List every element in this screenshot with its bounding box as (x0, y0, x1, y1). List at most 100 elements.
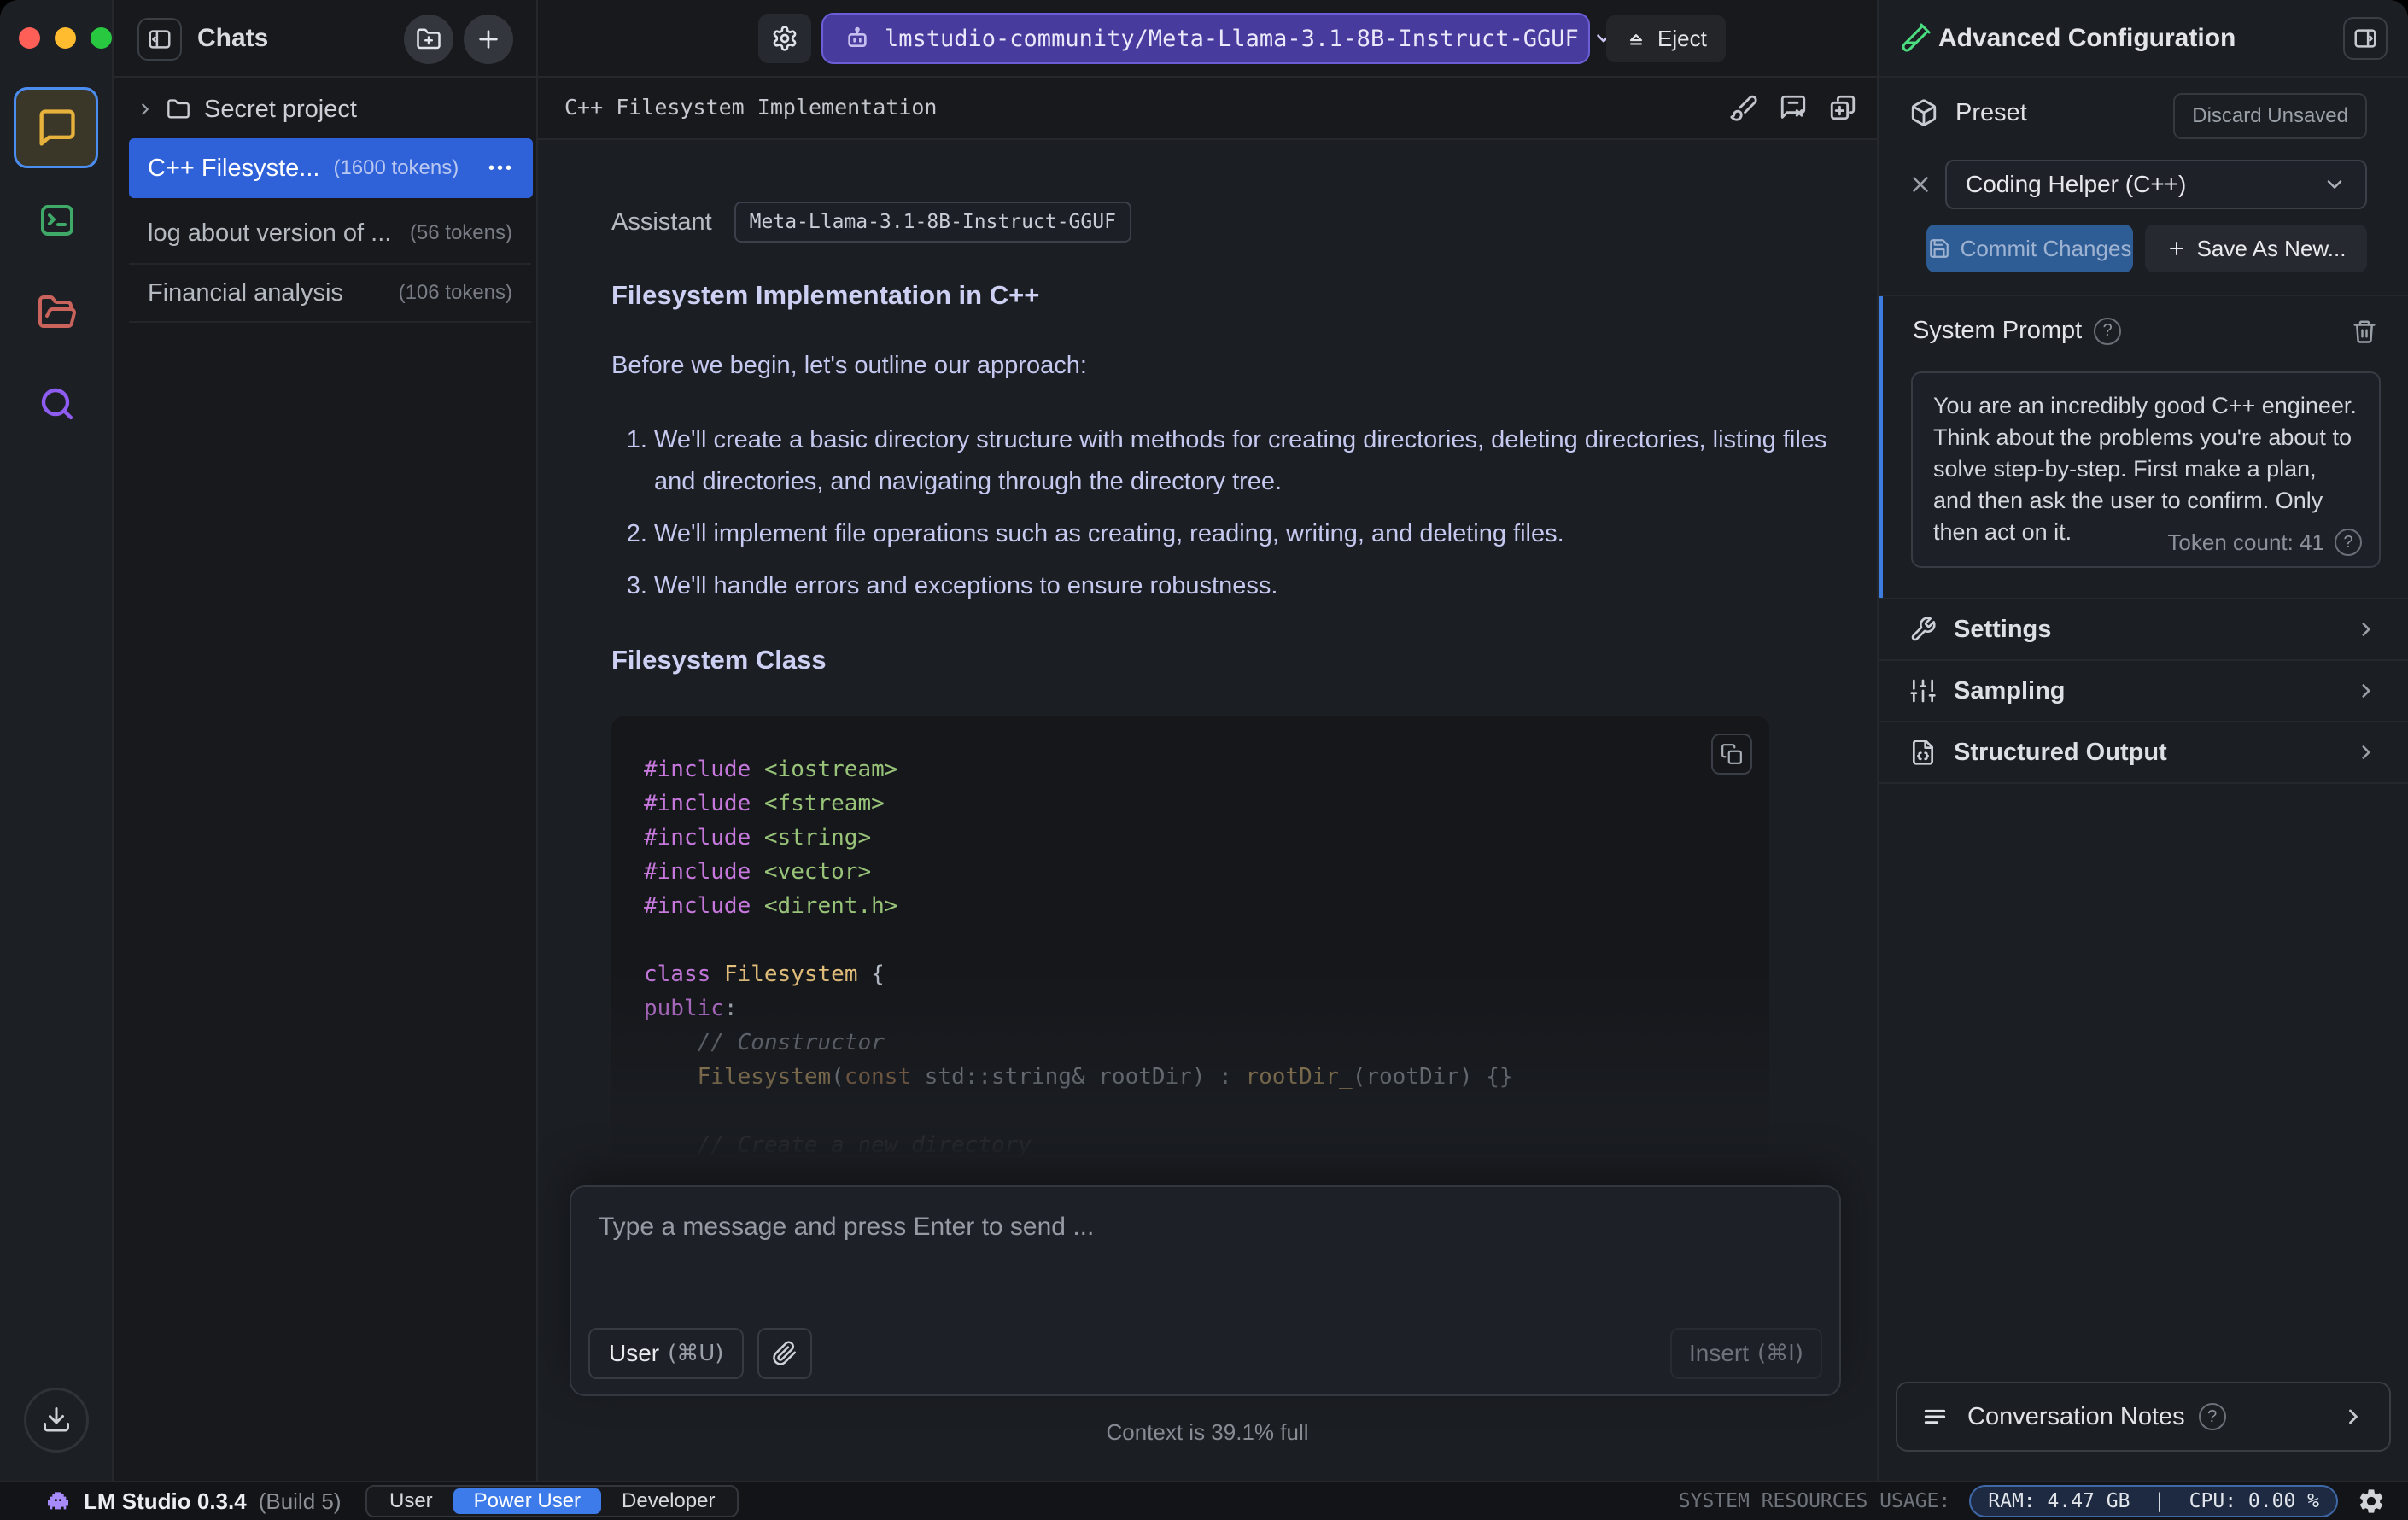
window-controls (19, 27, 112, 49)
nav-developer-button[interactable] (0, 200, 114, 241)
nav-discover-button[interactable] (0, 383, 114, 424)
plus-icon (2166, 238, 2187, 259)
mode-user[interactable]: User (369, 1488, 453, 1514)
search-icon (37, 383, 78, 424)
approach-list-item: We'll create a basic directory structure… (654, 419, 1850, 503)
code-line: // Create a new directory (644, 1132, 1032, 1158)
help-icon[interactable]: ? (2094, 317, 2122, 345)
app-build: (Build 5) (258, 1488, 342, 1514)
resources-value-pill[interactable]: RAM: 4.47 GB | CPU: 0.00 % (1969, 1485, 2338, 1517)
message-input-box[interactable]: Type a message and press Enter to send .… (570, 1185, 1841, 1396)
status-bar: LM Studio 0.3.4 (Build 5) User Power User… (0, 1481, 2408, 1520)
system-prompt-label: System Prompt (1913, 317, 2083, 344)
panel-right-icon (2352, 26, 2378, 51)
insert-button[interactable]: Insert (⌘I) (1670, 1328, 1822, 1379)
preset-selected-value: Coding Helper (C++) (1966, 171, 2187, 197)
copy-code-button[interactable] (1711, 734, 1752, 775)
model-settings-button[interactable] (758, 14, 811, 63)
app-version-group: LM Studio 0.3.4 (Build 5) (44, 1482, 342, 1520)
minimize-window-button[interactable] (55, 27, 76, 49)
file-braces-icon (1909, 739, 1937, 766)
nav-chats-button[interactable] (14, 87, 98, 168)
panel-left-icon (147, 26, 172, 52)
section-label: Settings (1954, 615, 2052, 643)
advanced-config-title: Advanced Configuration (1938, 24, 2236, 52)
help-icon[interactable]: ? (2335, 529, 2362, 556)
loaded-model-selector[interactable]: lmstudio-community/Meta-Llama-3.1-8B-Ins… (821, 13, 1610, 64)
message-heading-code: Filesystem Class (611, 645, 827, 675)
trash-icon[interactable] (2352, 319, 2377, 344)
save-as-new-button[interactable]: Save As New... (2145, 225, 2367, 272)
clean-chat-button[interactable] (1729, 93, 1758, 122)
download-icon (41, 1405, 72, 1435)
app-name: LM Studio 0.3.4 (84, 1488, 247, 1514)
insert-label: Insert (1689, 1340, 1750, 1366)
help-icon[interactable]: ? (2198, 1403, 2226, 1430)
terminal-icon (37, 200, 78, 241)
commit-changes-button[interactable]: Commit Changes (1926, 225, 2133, 272)
folder-open-icon (37, 292, 78, 333)
chat-list-item[interactable]: C++ Filesyste... (1600 tokens) ••• (129, 138, 533, 198)
eject-label: Eject (1657, 26, 1707, 51)
chat-item-title: Financial analysis (148, 278, 343, 307)
preset-label: Preset (1955, 98, 2027, 126)
system-prompt-section: System Prompt ? You are an incredibly go… (1879, 295, 2408, 599)
paintbrush-icon (1729, 93, 1758, 122)
downloads-button[interactable] (24, 1388, 89, 1453)
resources-label: SYSTEM RESOURCES USAGE: (1678, 1490, 1951, 1512)
folder-name: Secret project (204, 95, 357, 123)
chat-transcript: Assistant Meta-Llama-3.1-8B-Instruct-GGU… (538, 140, 1877, 1481)
save-as-new-label: Save As New... (2196, 235, 2347, 261)
zoom-window-button[interactable] (91, 27, 112, 49)
eject-model-button[interactable]: Eject (1606, 15, 1726, 62)
chat-clear-icon (1779, 93, 1808, 122)
discard-unsaved-button[interactable]: Discard Unsaved (2173, 93, 2367, 139)
section-structured-output[interactable]: Structured Output (1879, 722, 2408, 784)
mode-developer[interactable]: Developer (601, 1488, 735, 1514)
conversation-notes-label: Conversation Notes (1967, 1402, 2185, 1430)
sliders-icon (1909, 677, 1937, 704)
code-line: // Constructor (644, 1030, 885, 1055)
collapse-panel-button[interactable] (2343, 17, 2388, 60)
code-line: #include <fstream> (644, 791, 885, 816)
folder-row-secret-project[interactable]: Secret project (114, 85, 536, 133)
message-input-placeholder: Type a message and press Enter to send .… (599, 1213, 1095, 1241)
code-block: #include <iostream> #include <fstream> #in… (611, 716, 1769, 1246)
duplicate-plus-icon (1828, 93, 1857, 122)
clear-messages-button[interactable] (1779, 93, 1808, 122)
clear-preset-button[interactable] (1908, 172, 1933, 197)
preset-select[interactable]: Coding Helper (C++) (1945, 160, 2367, 209)
chat-item-menu-button[interactable]: ••• (488, 159, 514, 178)
section-sampling[interactable]: Sampling (1879, 661, 2408, 722)
chevron-right-icon (136, 100, 155, 119)
new-chat-button[interactable] (464, 15, 513, 64)
conversation-notes-button[interactable]: Conversation Notes ? (1896, 1382, 2391, 1452)
close-window-button[interactable] (19, 27, 40, 49)
new-folder-button[interactable] (404, 15, 453, 64)
section-settings[interactable]: Settings (1879, 599, 2408, 661)
mode-power-user[interactable]: Power User (453, 1488, 602, 1514)
paperclip-icon (772, 1341, 798, 1366)
code-line: #include <dirent.h> (644, 893, 898, 919)
code-lines: #include <iostream> #include <fstream> #in… (644, 752, 1769, 1196)
chat-item-title: log about version of ... (148, 219, 392, 247)
loaded-model-name: lmstudio-community/Meta-Llama-3.1-8B-Ins… (885, 25, 1579, 52)
code-line: Filesystem(const std::string& rootDir) :… (697, 1064, 1513, 1090)
advanced-config-body: Preset Discard Unsaved Coding Helper (C+… (1879, 78, 2408, 1481)
system-prompt-textarea[interactable]: You are an incredibly good C++ engineer.… (1911, 371, 2381, 568)
chat-list-item[interactable]: log about version of ... (56 tokens) (129, 203, 531, 263)
preset-row: Preset (1909, 98, 2027, 127)
settings-gear-icon[interactable] (2357, 1487, 2386, 1516)
alien-invader-icon (44, 1488, 72, 1515)
duplicate-chat-button[interactable] (1828, 93, 1857, 122)
user-mode-switcher: User Power User Developer (365, 1485, 739, 1517)
chat-list-item[interactable]: Financial analysis (106 tokens) (129, 263, 531, 323)
chevron-right-icon (2341, 1405, 2365, 1429)
test-tube-icon (1901, 22, 1932, 53)
role-shortcut: (⌘U) (668, 1341, 724, 1366)
gear-icon (771, 25, 798, 52)
nav-my-models-button[interactable] (0, 292, 114, 333)
attach-file-button[interactable] (757, 1328, 813, 1379)
collapse-sidebar-button[interactable] (137, 18, 182, 61)
role-toggle-button[interactable]: User (⌘U) (588, 1328, 745, 1379)
